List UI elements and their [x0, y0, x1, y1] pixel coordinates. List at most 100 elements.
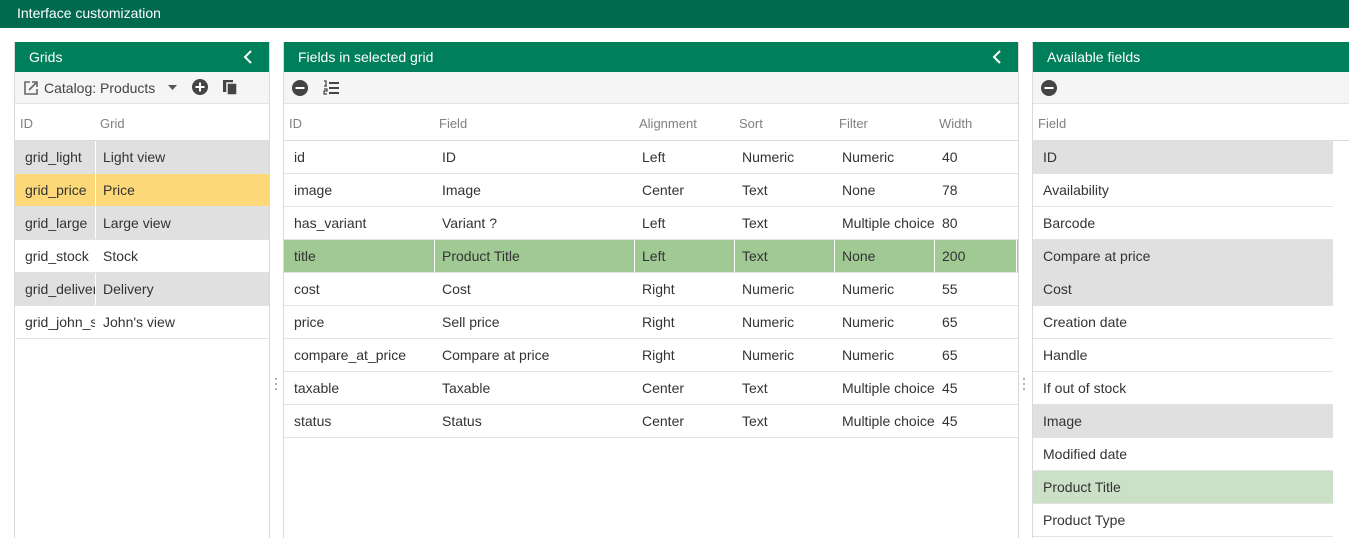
grids-panel-title: Grids — [29, 49, 63, 65]
external-link-icon[interactable] — [22, 79, 40, 97]
field-row-field-cell: Sell price — [442, 314, 500, 330]
cell-divider — [95, 174, 96, 206]
available-field-row[interactable]: If out of stock — [1033, 372, 1333, 405]
grid-row-grid-cell: John's view — [103, 314, 175, 330]
caret-down-icon[interactable] — [168, 85, 177, 91]
available-field-row-field-cell: Modified date — [1043, 446, 1128, 462]
fields-header-5[interactable]: Filter — [839, 116, 868, 131]
grid-row-id-cell: grid_light — [25, 149, 82, 165]
available-field-row-field-cell: Cost — [1043, 281, 1072, 297]
field-row[interactable]: id ID Left Numeric Numeric 40 — [284, 141, 1018, 174]
available-field-row[interactable]: Creation date — [1033, 306, 1333, 339]
catalog-select[interactable]: Catalog: Products — [44, 80, 155, 96]
fields-header-3[interactable]: Alignment — [639, 116, 697, 131]
grids-header-2[interactable]: Grid — [100, 116, 125, 131]
available-field-row-field-cell: Product Type — [1043, 512, 1126, 528]
grid-row[interactable]: grid_price Price — [15, 174, 269, 207]
grids-list: grid_light Light view grid_price Price grid_… — [15, 141, 269, 339]
cell-divider — [95, 141, 96, 173]
field-row-id-cell: has_variant — [294, 215, 367, 231]
resize-handle[interactable] — [1022, 378, 1026, 392]
field-row[interactable]: cost Cost Right Numeric Numeric 55 — [284, 273, 1018, 306]
fields-toolbar — [284, 72, 1018, 104]
field-row[interactable]: title Product Title Left Text None 200 — [284, 240, 1018, 273]
field-row-width-cell: 65 — [942, 347, 958, 363]
cell-divider — [634, 240, 635, 272]
field-row-alignment-cell: Right — [642, 314, 675, 330]
field-row-id-cell: status — [294, 413, 332, 429]
field-row-sort-cell: Text — [742, 380, 768, 396]
field-row[interactable]: status Status Center Text Multiple choice 45 — [284, 405, 1018, 438]
field-row-id-cell: image — [294, 182, 333, 198]
available-field-row[interactable]: Product Title — [1033, 471, 1333, 504]
field-row-width-cell: 78 — [942, 182, 958, 198]
grids-header-1[interactable]: ID — [20, 116, 33, 131]
available-field-row[interactable]: Cost — [1033, 273, 1333, 306]
grid-row-grid-cell: Stock — [103, 248, 139, 264]
field-row[interactable]: image Image Center Text None 78 — [284, 174, 1018, 207]
available-fields-panel: Available fields Field ID Availability Bar… — [1032, 42, 1349, 538]
minus-circle-icon[interactable] — [1040, 79, 1058, 97]
available-field-row[interactable]: Barcode — [1033, 207, 1333, 240]
chevron-left-icon[interactable] — [241, 48, 257, 66]
available-fields-list: ID Availability Barcode Compare at price Cos… — [1033, 141, 1349, 537]
field-row-filter-cell: Numeric — [842, 314, 895, 330]
grid-row[interactable]: grid_light Light view — [15, 141, 269, 174]
field-row-sort-cell: Text — [742, 182, 768, 198]
available-field-row-field-cell: ID — [1043, 149, 1057, 165]
grid-row[interactable]: grid_delivery Delivery — [15, 273, 269, 306]
plus-circle-icon[interactable] — [191, 78, 209, 96]
field-row-width-cell: 200 — [942, 248, 966, 264]
available-field-row[interactable]: Availability — [1033, 174, 1333, 207]
field-row-field-cell: Variant ? — [442, 215, 497, 231]
field-row-field-cell: Compare at price — [442, 347, 550, 363]
fields-panel-title: Fields in selected grid — [298, 49, 434, 65]
field-row-filter-cell: None — [842, 248, 876, 264]
fields-header-6[interactable]: Width — [939, 116, 972, 131]
field-row-filter-cell: Numeric — [842, 149, 895, 165]
field-row[interactable]: compare_at_price Compare at price Right Num… — [284, 339, 1018, 372]
field-row-field-cell: Cost — [442, 281, 471, 297]
field-row[interactable]: has_variant Variant ? Left Text Multiple cho… — [284, 207, 1018, 240]
grid-row[interactable]: grid_large Large view — [15, 207, 269, 240]
copy-icon[interactable] — [221, 78, 239, 96]
field-row-alignment-cell: Center — [642, 380, 685, 396]
cell-divider — [95, 207, 96, 239]
available-field-row[interactable]: ID — [1033, 141, 1333, 174]
grid-row[interactable]: grid_john_s John's view — [15, 306, 269, 339]
field-row-width-cell: 40 — [942, 149, 958, 165]
grid-row-grid-cell: Price — [103, 182, 135, 198]
resize-handle[interactable] — [274, 378, 278, 392]
available-fields-panel-header: Available fields — [1033, 42, 1349, 72]
minus-circle-icon[interactable] — [291, 79, 309, 97]
field-row-filter-cell: Numeric — [842, 281, 895, 297]
ordered-list-icon[interactable] — [322, 79, 340, 97]
fields-table: id ID Left Numeric Numeric 40 image Image Center… — [284, 141, 1018, 438]
available-field-row[interactable]: Handle — [1033, 339, 1333, 372]
field-row-width-cell: 55 — [942, 281, 958, 297]
grid-row[interactable]: grid_stock Stock — [15, 240, 269, 273]
available-field-row[interactable]: Modified date — [1033, 438, 1333, 471]
available-fields-header-1[interactable]: Field — [1038, 116, 1066, 131]
field-row-width-cell: 80 — [942, 215, 958, 231]
field-row-width-cell: 45 — [942, 380, 958, 396]
available-field-row[interactable]: Image — [1033, 405, 1333, 438]
grids-column-header: ID Grid — [15, 104, 269, 141]
field-row-filter-cell: Multiple choice — [842, 215, 934, 231]
cell-divider — [434, 240, 435, 272]
fields-header-4[interactable]: Sort — [739, 116, 763, 131]
fields-header-1[interactable]: ID — [289, 116, 302, 131]
grid-row-id-cell: grid_john_s — [25, 314, 95, 330]
field-row-alignment-cell: Left — [642, 215, 666, 231]
field-row-id-cell: compare_at_price — [294, 347, 407, 363]
field-row[interactable]: taxable Taxable Center Text Multiple choice 4… — [284, 372, 1018, 405]
available-field-row[interactable]: Compare at price — [1033, 240, 1333, 273]
field-row-sort-cell: Numeric — [742, 347, 795, 363]
chevron-left-icon[interactable] — [990, 48, 1006, 66]
field-row-width-cell: 65 — [942, 314, 958, 330]
field-row[interactable]: price Sell price Right Numeric Numeric 65 — [284, 306, 1018, 339]
fields-header-2[interactable]: Field — [439, 116, 467, 131]
field-row-sort-cell: Numeric — [742, 314, 795, 330]
available-field-row[interactable]: Product Type — [1033, 504, 1333, 537]
field-row-sort-cell: Numeric — [742, 149, 795, 165]
